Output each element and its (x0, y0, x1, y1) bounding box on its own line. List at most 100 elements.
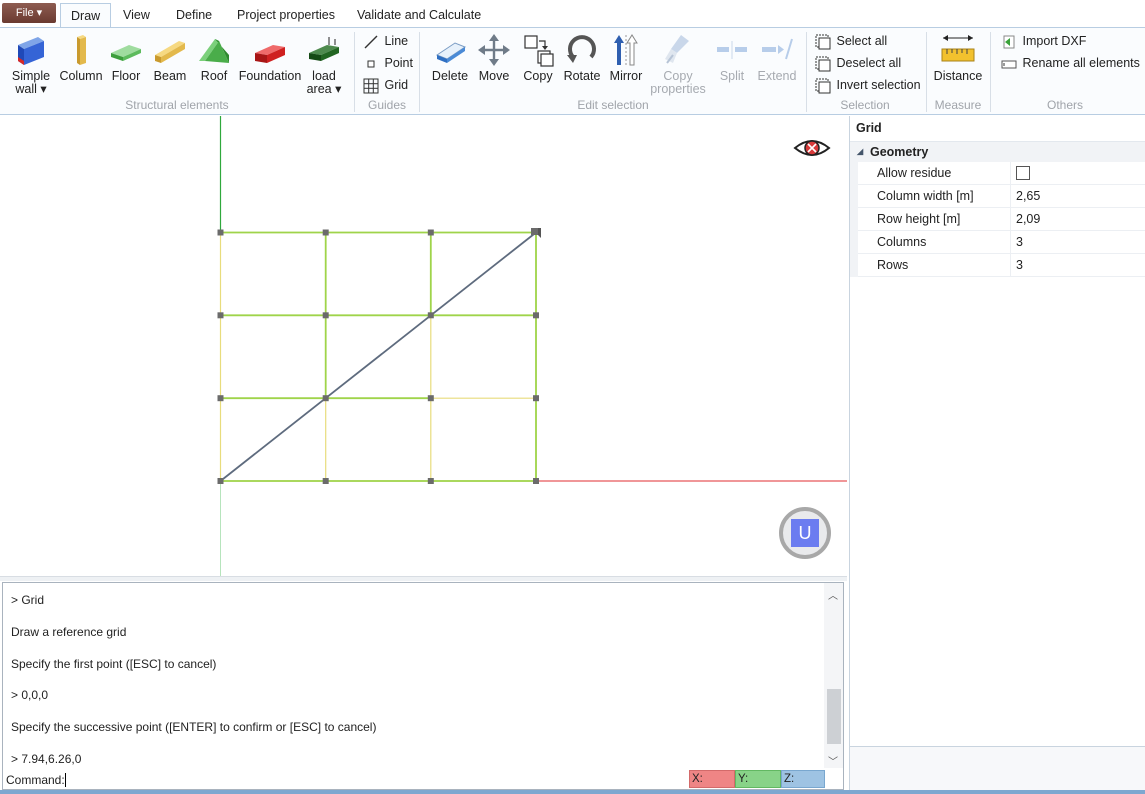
extend-button[interactable]: Extend (754, 33, 800, 83)
console-scrollbar[interactable]: ︿ ﹀ (824, 583, 843, 768)
simple-wall-label-2: wall ▾ (15, 82, 47, 96)
rename-icon (1001, 60, 1017, 69)
floor-icon (111, 45, 141, 61)
tab-draw[interactable]: Draw (60, 3, 112, 28)
columns-field[interactable]: 3 (1016, 235, 1023, 249)
properties-category-geometry[interactable]: ◢ Geometry (850, 142, 1145, 162)
rename-all-elements-button[interactable]: Rename all elements (1001, 55, 1140, 72)
beam-button[interactable]: Beam (150, 33, 190, 83)
eye-icon[interactable] (793, 140, 831, 156)
drawing-viewport[interactable]: U (0, 116, 847, 576)
load-area-icon (309, 37, 339, 61)
foundation-button[interactable]: Foundation (238, 33, 302, 83)
import-dxf-label: Import DXF (1022, 34, 1087, 48)
group-label-others: Others (1046, 98, 1083, 112)
tab-validate-and-calculate[interactable]: Validate and Calculate (357, 6, 481, 26)
mirror-label: Mirror (609, 69, 643, 83)
group-label-edit-selection: Edit selection (577, 98, 649, 112)
copy-button[interactable]: Copy (518, 33, 558, 83)
properties-footer (849, 746, 1145, 790)
command-console: > Grid Draw a reference grid Specify the… (2, 582, 844, 794)
row-gutter (850, 254, 858, 277)
mirror-icon (614, 34, 638, 66)
copy-properties-button[interactable]: Copy properties (650, 33, 706, 96)
ribbon-separator (354, 32, 355, 112)
beam-label: Beam (153, 69, 187, 83)
guide-point-label: Point (384, 56, 413, 70)
drawing-svg[interactable] (0, 116, 847, 576)
mirror-button[interactable]: Mirror (606, 33, 646, 83)
ribbon-separator (990, 32, 991, 112)
guide-line-button[interactable]: Line (363, 33, 408, 50)
floor-button[interactable]: Floor (106, 33, 146, 83)
command-input-caret[interactable] (65, 773, 66, 787)
console-line: Specify the successive point ([ENTER] to… (11, 720, 377, 734)
line-icon (364, 35, 378, 49)
tab-project-properties[interactable]: Project properties (237, 6, 335, 26)
beam-icon (155, 41, 185, 63)
move-button[interactable]: Move (474, 33, 514, 83)
property-name: Allow residue (877, 166, 952, 180)
copy-properties-label-2: properties (650, 82, 706, 96)
invert-selection-icon (815, 78, 831, 94)
row-height-field[interactable]: 2,09 (1016, 212, 1040, 226)
ribbon: Simple wall ▾ Column Floor Beam Roof Fou… (0, 27, 1145, 115)
foundation-icon (255, 45, 285, 63)
split-button[interactable]: Split (712, 33, 752, 83)
select-all-icon (815, 34, 831, 50)
tab-define[interactable]: Define (176, 6, 212, 26)
copy-icon (524, 35, 554, 67)
column-divider (1010, 208, 1011, 231)
row-gutter (850, 208, 858, 231)
tab-view[interactable]: View (123, 6, 150, 26)
horizontal-splitter[interactable] (0, 576, 847, 581)
app-window: File ▾ Draw View Define Project properti… (0, 0, 1145, 794)
column-divider (1010, 231, 1011, 254)
load-area-button[interactable]: load area ▾ (304, 33, 344, 96)
window-bottom-border (0, 790, 1145, 794)
roof-button[interactable]: Roof (194, 33, 234, 83)
deselect-all-button[interactable]: Deselect all (815, 55, 901, 72)
distance-button[interactable]: Distance (933, 33, 983, 83)
column-button[interactable]: Column (58, 33, 104, 83)
allow-residue-checkbox[interactable] (1016, 166, 1030, 180)
ribbon-separator (806, 32, 807, 112)
diagonal-line[interactable] (219, 231, 537, 482)
extend-icon (762, 38, 793, 60)
guide-line-label: Line (384, 34, 409, 48)
group-label-guides: Guides (367, 98, 407, 112)
deselect-all-label: Deselect all (836, 56, 902, 70)
delete-button[interactable]: Delete (429, 33, 471, 83)
deselect-all-icon (815, 56, 831, 72)
ribbon-tab-bar: File ▾ Draw View Define Project properti… (0, 0, 1145, 28)
properties-title: Grid (850, 116, 1145, 142)
select-all-button[interactable]: Select all (815, 33, 887, 50)
guide-point-button[interactable]: Point (363, 55, 413, 72)
split-label: Split (719, 69, 745, 83)
ribbon-separator (419, 32, 420, 112)
invert-selection-button[interactable]: Invert selection (815, 77, 921, 94)
row-gutter (850, 162, 858, 185)
roof-label: Roof (200, 69, 228, 83)
console-line: > 0,0,0 (11, 688, 49, 702)
select-all-label: Select all (836, 34, 888, 48)
guide-grid-button[interactable]: Grid (363, 77, 408, 94)
foundation-label: Foundation (238, 69, 302, 83)
rotate-button[interactable]: Rotate (562, 33, 602, 83)
rotate-label: Rotate (563, 69, 601, 83)
collapse-triangle-icon[interactable]: ◢ (857, 142, 863, 162)
import-dxf-button[interactable]: Import DXF (1001, 33, 1086, 50)
scroll-up-arrow-icon[interactable]: ︿ (828, 587, 838, 602)
column-width-field[interactable]: 2,65 (1016, 189, 1040, 203)
properties-panel: Grid ◢ Geometry Allow residue Column wid… (849, 116, 1145, 746)
load-area-label-1: load (312, 69, 336, 83)
console-line: > 7.94,6.26,0 (11, 752, 82, 766)
scroll-down-arrow-icon[interactable]: ﹀ (828, 753, 838, 768)
rows-field[interactable]: 3 (1016, 258, 1023, 272)
property-row-column-width: Column width [m] 2,65 (850, 185, 1145, 208)
simple-wall-button[interactable]: Simple wall ▾ (10, 33, 52, 96)
column-divider (1010, 162, 1011, 185)
console-line: Specify the first point ([ESC] to cancel… (11, 657, 217, 671)
scroll-thumb[interactable] (827, 689, 841, 744)
file-menu-button[interactable]: File ▾ (2, 3, 56, 23)
